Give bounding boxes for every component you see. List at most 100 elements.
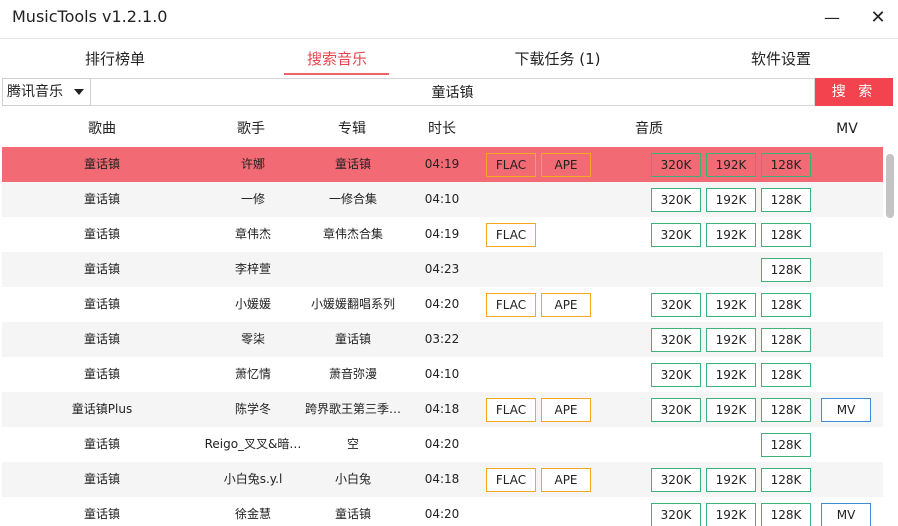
download-192k-button[interactable]: 192K [706, 363, 756, 387]
table-row[interactable]: 童话镇 李梓萱 04:23 128K [2, 252, 883, 287]
artist-cell: 陈学冬 [234, 402, 271, 416]
download-192k-button[interactable]: 192K [706, 188, 756, 212]
song-title-cell: 童话镇 [83, 332, 120, 346]
active-tab-indicator [284, 73, 389, 75]
download-320k-button[interactable]: 320K [651, 468, 701, 492]
search-button[interactable]: 搜 索 [815, 78, 893, 106]
download-192k-button[interactable]: 192K [706, 468, 756, 492]
table-row[interactable]: 童话镇 零柒 童话镇 03:22 320K 192K 128K [2, 322, 883, 357]
download-ape-button[interactable]: APE [541, 153, 591, 177]
duration-cell: 04:18 [424, 402, 460, 416]
download-flac-button[interactable]: FLAC [486, 468, 536, 492]
download-flac-button[interactable]: FLAC [486, 153, 536, 177]
duration-cell: 04:10 [424, 192, 460, 206]
title-bar: MusicTools v1.2.1.0 — ✕ [0, 0, 898, 36]
tab-rankings[interactable]: 排行榜单 [55, 39, 175, 77]
download-flac-button[interactable]: FLAC [486, 398, 536, 422]
song-title-cell: 童话镇 [83, 227, 120, 241]
duration-cell: 03:22 [424, 332, 460, 346]
duration-cell: 04:10 [424, 367, 460, 381]
column-header-mv: MV [836, 121, 858, 137]
download-192k-button[interactable]: 192K [706, 153, 756, 177]
duration-cell: 04:19 [424, 157, 460, 171]
download-192k-button[interactable]: 192K [706, 293, 756, 317]
table-row[interactable]: 童话镇 徐金慧 童话镇 04:20 320K 192K 128K MV [2, 497, 883, 526]
song-title-cell: 童话镇Plus [71, 402, 133, 416]
download-192k-button[interactable]: 192K [706, 503, 756, 526]
search-input[interactable] [91, 78, 815, 106]
table-row[interactable]: 童话镇 小媛媛 小媛媛翻唱系列 04:20 FLAC APE 320K 192K 128K [2, 287, 883, 322]
scrollbar-thumb[interactable] [886, 154, 894, 218]
download-128k-button[interactable]: 128K [761, 363, 811, 387]
song-title-cell: 童话镇 [83, 367, 120, 381]
download-flac-button[interactable]: FLAC [486, 223, 536, 247]
album-cell [298, 252, 408, 287]
table-row[interactable]: 童话镇 Reigo_叉叉&暗… 空 04:20 128K [2, 427, 883, 462]
download-128k-button[interactable]: 128K [761, 328, 811, 352]
download-320k-button[interactable]: 320K [651, 223, 701, 247]
download-320k-button[interactable]: 320K [651, 293, 701, 317]
table-row[interactable]: 童话镇 小白兔s.y.l 小白兔 04:18 FLAC APE 320K 192K 128K [2, 462, 883, 497]
download-128k-button[interactable]: 128K [761, 153, 811, 177]
download-ape-button[interactable]: APE [541, 468, 591, 492]
download-192k-button[interactable]: 192K [706, 328, 756, 352]
download-320k-button[interactable]: 320K [651, 398, 701, 422]
download-128k-button[interactable]: 128K [761, 258, 811, 282]
download-320k-button[interactable]: 320K [651, 363, 701, 387]
close-icon[interactable]: ✕ [866, 6, 890, 30]
download-192k-button[interactable]: 192K [706, 223, 756, 247]
download-128k-button[interactable]: 128K [761, 468, 811, 492]
download-320k-button[interactable]: 320K [651, 328, 701, 352]
album-cell: 童话镇 [334, 157, 371, 171]
mv-button[interactable]: MV [821, 503, 871, 526]
artist-cell: 许娜 [240, 157, 265, 171]
tab-download-tasks[interactable]: 下载任务 (1) [495, 39, 620, 77]
song-title-cell: 童话镇 [83, 437, 120, 451]
music-source-select[interactable]: 腾讯音乐 [2, 78, 91, 106]
music-source-value: 腾讯音乐 [7, 84, 63, 100]
table-row[interactable]: 童话镇 萧忆情 萧音弥漫 04:10 320K 192K 128K [2, 357, 883, 392]
table-row[interactable]: 童话镇Plus 陈学冬 跨界歌王第三季… 04:18 FLAC APE 320K 192K 12… [2, 392, 883, 427]
mv-button[interactable]: MV [821, 398, 871, 422]
download-128k-button[interactable]: 128K [761, 223, 811, 247]
tab-search-music[interactable]: 搜索音乐 [277, 39, 397, 77]
artist-cell: 徐金慧 [234, 507, 271, 521]
download-128k-button[interactable]: 128K [761, 293, 811, 317]
chevron-down-icon [74, 89, 84, 95]
table-row[interactable]: 童话镇 一修 一修合集 04:10 320K 192K 128K [2, 182, 883, 217]
download-192k-button[interactable]: 192K [706, 398, 756, 422]
download-ape-button[interactable]: APE [541, 398, 591, 422]
download-128k-button[interactable]: 128K [761, 503, 811, 526]
download-320k-button[interactable]: 320K [651, 153, 701, 177]
song-title-cell: 童话镇 [83, 297, 120, 311]
column-header-quality: 音质 [635, 121, 663, 137]
artist-cell: 一修 [240, 192, 265, 206]
album-cell: 萧音弥漫 [328, 367, 377, 381]
download-128k-button[interactable]: 128K [761, 188, 811, 212]
download-128k-button[interactable]: 128K [761, 398, 811, 422]
search-bar: 腾讯音乐 搜 索 [0, 78, 898, 106]
album-cell: 童话镇 [334, 332, 371, 346]
tab-settings[interactable]: 软件设置 [721, 39, 841, 77]
download-320k-button[interactable]: 320K [651, 188, 701, 212]
minus-icon[interactable]: — [820, 6, 844, 30]
artist-cell: 萧忆情 [234, 367, 271, 381]
download-ape-button[interactable]: APE [541, 293, 591, 317]
column-header-album: 专辑 [338, 121, 366, 137]
column-header-artist: 歌手 [237, 121, 265, 137]
album-cell: 小媛媛翻唱系列 [310, 297, 395, 311]
song-title-cell: 童话镇 [83, 507, 120, 521]
column-header-duration: 时长 [428, 121, 456, 137]
artist-cell: 李梓萱 [234, 262, 271, 276]
duration-cell: 04:19 [424, 227, 460, 241]
duration-cell: 04:20 [424, 507, 460, 521]
table-row[interactable]: 童话镇 章伟杰 章伟杰合集 04:19 FLAC 320K 192K 128K [2, 217, 883, 252]
download-flac-button[interactable]: FLAC [486, 293, 536, 317]
download-128k-button[interactable]: 128K [761, 433, 811, 457]
duration-cell: 04:23 [424, 262, 460, 276]
album-cell: 空 [346, 437, 359, 451]
table-row[interactable]: 童话镇 许娜 童话镇 04:19 FLAC APE 320K 192K 128K [2, 147, 883, 182]
results-table-body: 童话镇 许娜 童话镇 04:19 FLAC APE 320K 192K 128K 童话镇 一修 一修合… [0, 147, 883, 526]
download-320k-button[interactable]: 320K [651, 503, 701, 526]
artist-cell: 章伟杰 [234, 227, 271, 241]
